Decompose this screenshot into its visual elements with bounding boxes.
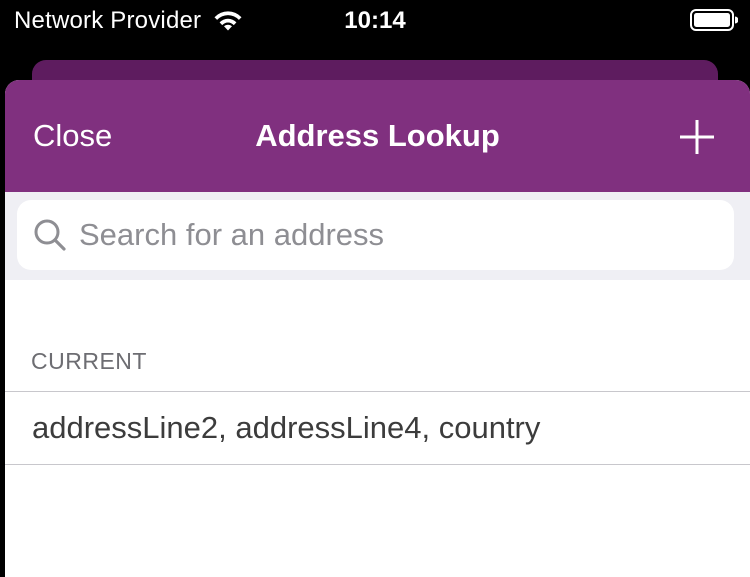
battery-icon	[690, 9, 738, 31]
search-icon	[34, 219, 66, 251]
status-bar: Network Provider 10:14	[0, 0, 750, 44]
divider	[5, 464, 750, 465]
search-input[interactable]	[79, 217, 719, 253]
section-header-current: CURRENT	[31, 348, 147, 374]
plus-icon[interactable]	[678, 118, 716, 156]
page-title: Address Lookup	[255, 118, 500, 153]
navigation-bar: Close Address Lookup	[5, 80, 750, 192]
list-item[interactable]: addressLine2, addressLine4, country	[5, 392, 750, 464]
search-bar	[5, 192, 750, 280]
status-time: 10:14	[344, 7, 406, 34]
search-field[interactable]	[17, 200, 734, 270]
list-item-label: addressLine2, addressLine4, country	[32, 410, 541, 445]
address-lookup-sheet: Close Address Lookup CURRENT addressLine…	[5, 80, 750, 577]
